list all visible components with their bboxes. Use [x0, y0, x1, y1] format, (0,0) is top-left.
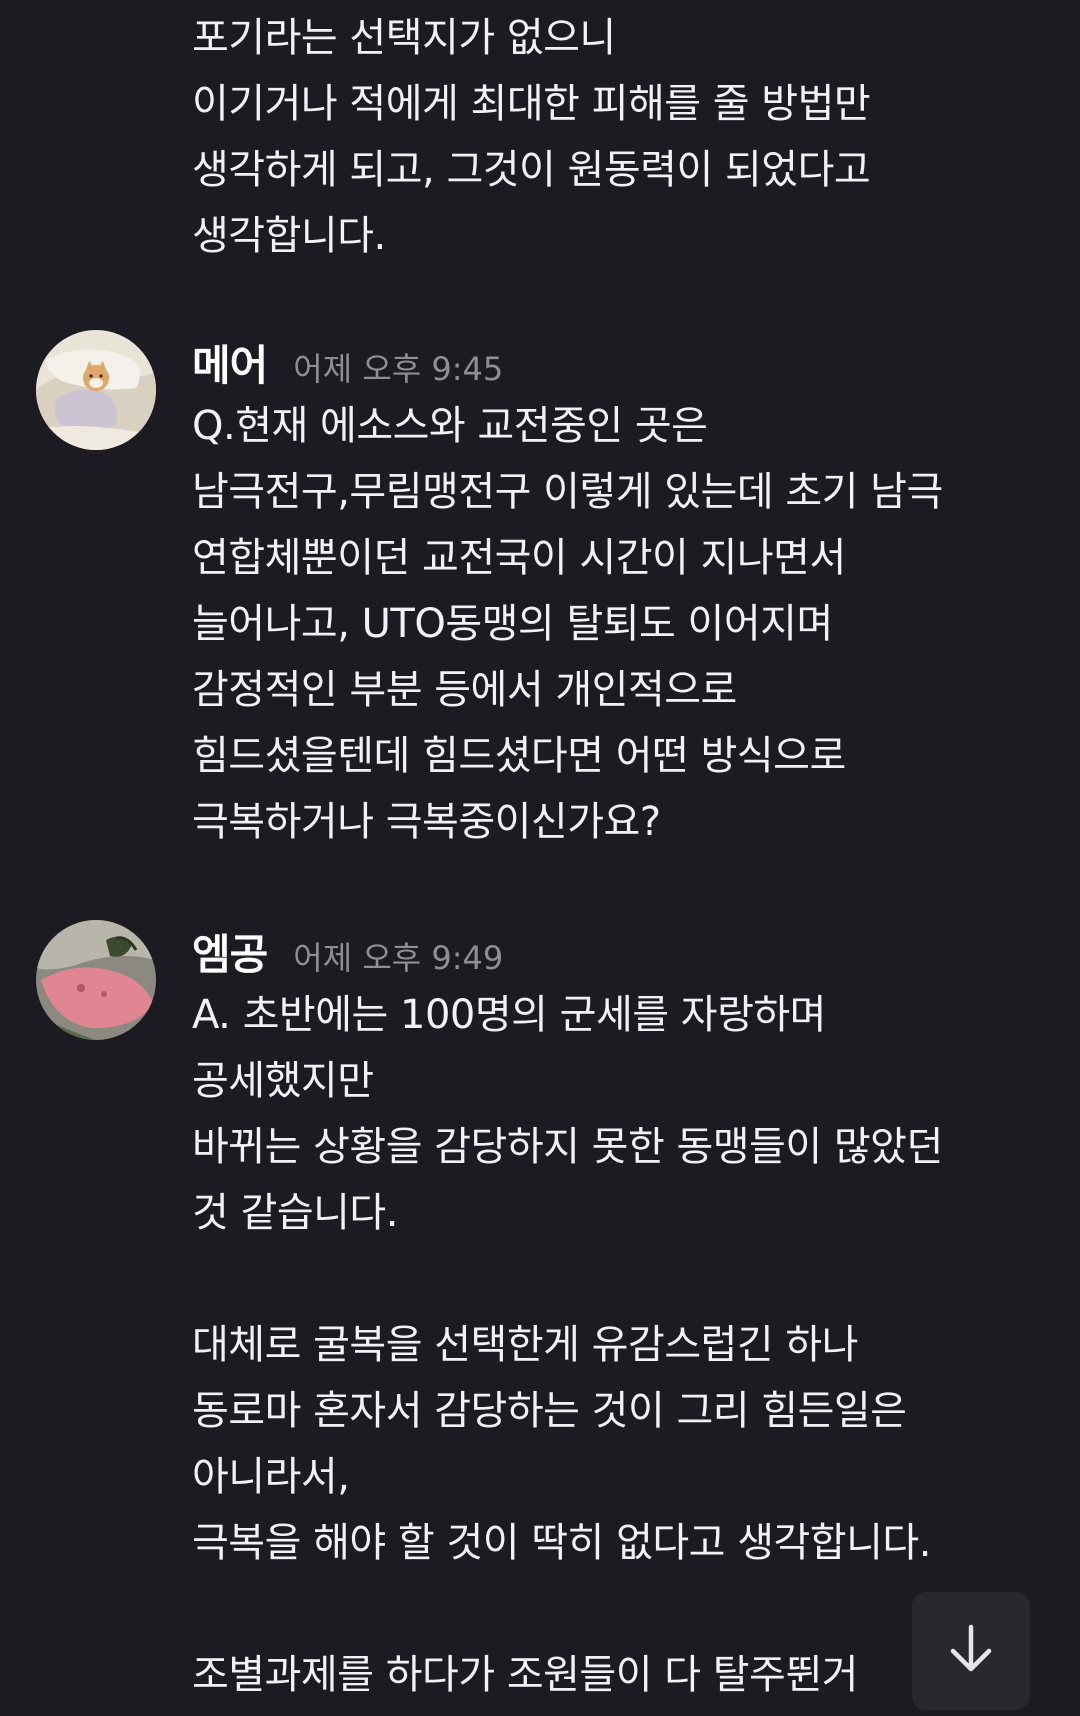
message-line: 생각합니다.: [192, 213, 386, 259]
message-body: Q.현재 에소스와 교전중인 곳은 남극전구,무림맹전구 이렇게 있는데 초기 …: [192, 393, 1020, 855]
message-line: Q.현재 에소스와 교전중인 곳은: [192, 403, 708, 449]
message-header: 메어 어제 오후 9:45: [192, 332, 503, 392]
chat-log[interactable]: 포기라는 선택지가 없으니 이기거나 적에게 최대한 피해를 줄 방법만 생각하…: [0, 0, 1080, 1716]
message-line: A. 초반에는 100명의 군세를 자랑하며: [192, 992, 826, 1038]
author-name[interactable]: 메어: [192, 332, 268, 393]
message-line: 조별과제를 하다가 조원들이 다 탈주뛴거: [192, 1652, 858, 1698]
message-line: 힘드셨을텐데 힘드셨다면 어떤 방식으로: [192, 733, 846, 779]
message-line: 이기거나 적에게 최대한 피해를 줄 방법만: [192, 81, 871, 127]
message-timestamp: 어제 오후 9:49: [293, 939, 504, 977]
message-continuation-text: 포기라는 선택지가 없으니 이기거나 적에게 최대한 피해를 줄 방법만 생각하…: [192, 5, 1020, 269]
message-line: 바뀌는 상황을 감당하지 못한 동맹들이 많았던: [192, 1124, 943, 1170]
message-line: 포기라는 선택지가 없으니: [192, 15, 616, 61]
message-header: 엠공 어제 오후 9:49: [192, 921, 503, 981]
scroll-to-bottom-button[interactable]: [912, 1592, 1030, 1710]
avatar-pink-character[interactable]: [36, 920, 156, 1040]
message-line: 공세했지만: [192, 1058, 374, 1104]
message-line: 감정적인 부분 등에서 개인적으로: [192, 667, 737, 713]
message-line: 아니라서,: [192, 1454, 350, 1500]
message-body: A. 초반에는 100명의 군세를 자랑하며 공세했지만 바뀌는 상황을 감당하…: [192, 982, 1020, 1708]
message-line: 늘어나고, UTO동맹의 탈퇴도 이어지며: [192, 601, 833, 647]
message-line: 극복하거나 극복중이신가요?: [192, 799, 661, 845]
message-timestamp: 어제 오후 9:45: [293, 350, 504, 388]
message-line: 대체로 굴복을 선택한게 유감스럽긴 하나: [192, 1322, 858, 1368]
arrow-down-icon: [943, 1621, 999, 1681]
message-line: 연합체뿐이던 교전국이 시간이 지나면서: [192, 535, 846, 581]
avatar-dog-on-pillow[interactable]: [36, 330, 156, 450]
message-line: 남극전구,무림맹전구 이렇게 있는데 초기 남극: [192, 469, 943, 515]
author-name[interactable]: 엠공: [192, 921, 268, 982]
message-line: 것 같습니다.: [192, 1190, 398, 1236]
message-line: 생각하게 되고, 그것이 원동력이 되었다고: [192, 147, 871, 193]
message-line: 동로마 혼자서 감당하는 것이 그리 힘든일은: [192, 1388, 907, 1434]
message-line: 극복을 해야 할 것이 딱히 없다고 생각합니다.: [192, 1520, 931, 1566]
